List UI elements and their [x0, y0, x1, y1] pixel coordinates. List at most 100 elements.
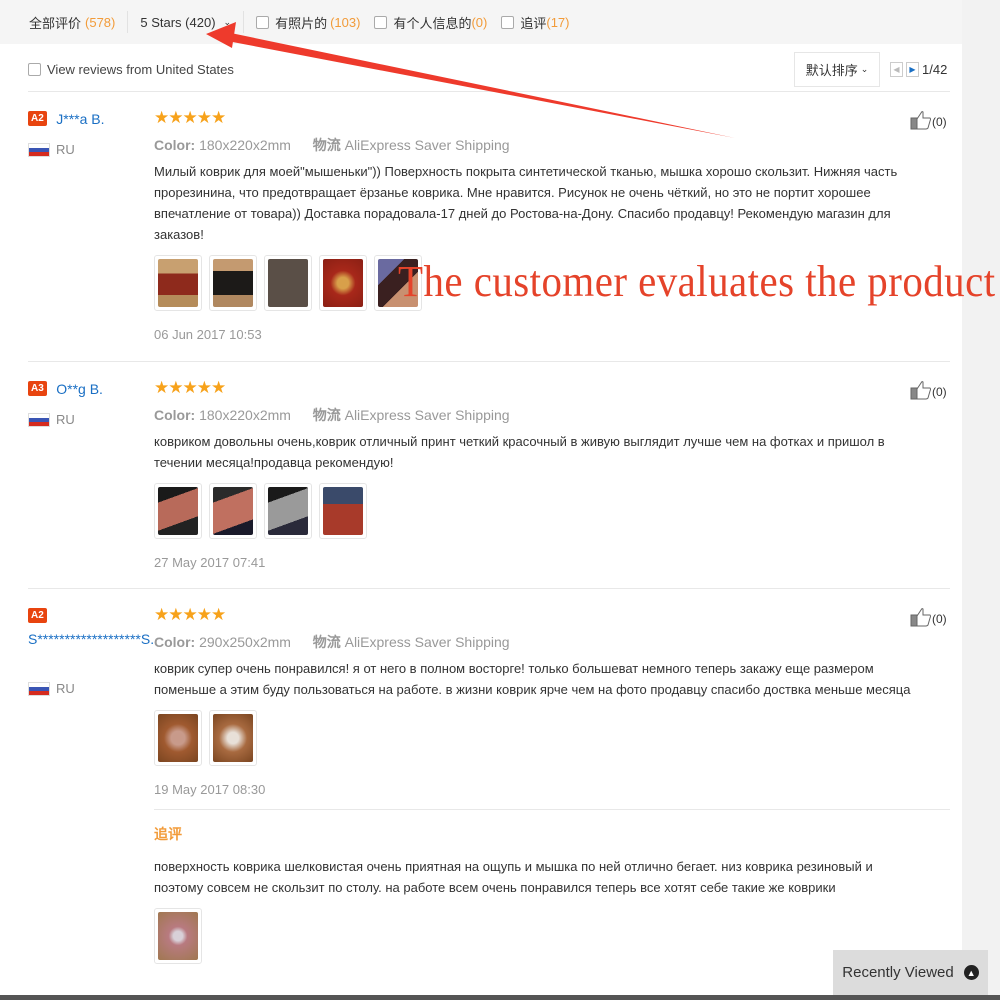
star-rating: ★★★★★ [154, 108, 226, 127]
photos-checkbox[interactable] [256, 15, 270, 29]
page-indicator: 1/42 [922, 62, 948, 77]
followup-checkbox[interactable] [501, 15, 515, 29]
review-photo[interactable] [264, 483, 312, 539]
us-reviews-label: View reviews from United States [47, 62, 234, 77]
review-date: 19 May 2017 08:30 [154, 782, 266, 797]
helpful-button[interactable]: (0) [910, 110, 947, 133]
review-photo[interactable] [209, 710, 257, 766]
country-code: RU [56, 142, 75, 157]
review-photos [154, 483, 934, 539]
color-value: 180x220x2mm [199, 137, 291, 153]
pagination: ◀ ▶ 1/42 [890, 62, 947, 77]
reviewer-name[interactable]: J***a B. [56, 111, 104, 127]
star-rating: ★★★★★ [154, 378, 226, 397]
review-photo[interactable] [319, 483, 367, 539]
filter-with-photos[interactable]: 有照片的 (103) [256, 13, 360, 32]
divider [127, 11, 129, 33]
review-photo[interactable] [264, 255, 312, 311]
review-date: 27 May 2017 07:41 [154, 555, 266, 570]
color-label: Color: [154, 407, 196, 423]
shipping-label: 物流 [312, 634, 341, 650]
chevron-down-icon: ⌄ [223, 16, 232, 27]
review-item: A2 J***a B. RU ★★★★★ Color: 180x220x2mm … [28, 108, 950, 350]
followup-count: (17) [546, 14, 570, 30]
helpful-count: (0) [932, 114, 947, 129]
us-reviews-filter[interactable]: View reviews from United States [28, 62, 234, 77]
followup-title: 追评 [154, 826, 182, 842]
review-text: коврик супер очень понравился! я от него… [154, 661, 911, 697]
color-label: Color: [154, 634, 196, 650]
divider [28, 361, 950, 362]
personal-info-label: 有个人信息的 [393, 15, 472, 31]
star-filter-dropdown[interactable]: 5 Stars (420) ⌄ [140, 15, 231, 30]
order-info: Color: 180x220x2mm 物流 AliExpress Saver S… [154, 405, 934, 425]
shipping-label: 物流 [312, 137, 341, 153]
filter-all-label: 全部评价 [29, 15, 82, 31]
flag-ru-icon [28, 412, 50, 427]
helpful-button[interactable]: (0) [910, 607, 947, 630]
helpful-count: (0) [932, 611, 947, 626]
reviewer-country: RU [28, 142, 75, 157]
filter-all-reviews[interactable]: 全部评价 (578) [29, 13, 115, 32]
personal-info-checkbox[interactable] [374, 15, 388, 29]
color-value: 180x220x2mm [199, 407, 291, 423]
user-level-badge: A2 [28, 111, 47, 127]
prev-page-button[interactable]: ◀ [890, 62, 903, 77]
shipping-value: AliExpress Saver Shipping [344, 137, 510, 153]
recently-viewed-button[interactable]: Recently Viewed ▲ [833, 950, 988, 995]
review-photos [154, 710, 934, 766]
helpful-count: (0) [932, 384, 947, 399]
followup-text: поверхность коврика шелковистая очень пр… [154, 859, 873, 895]
review-photo[interactable] [154, 255, 202, 311]
thumbs-up-icon [910, 380, 932, 403]
divider [154, 809, 950, 810]
chevron-down-icon: ⌄ [860, 64, 869, 74]
bottom-edge [0, 995, 1000, 1000]
filter-followup[interactable]: 追评 (17) [501, 13, 570, 32]
next-page-button[interactable]: ▶ [906, 62, 919, 77]
user-level-badge: A2 [28, 608, 47, 624]
review-photo[interactable] [209, 255, 257, 311]
country-code: RU [56, 681, 75, 696]
order-info: Color: 290x250x2mm 物流 AliExpress Saver S… [154, 632, 934, 652]
chevron-up-icon: ▲ [963, 965, 979, 980]
reviewer-country: RU [28, 412, 75, 427]
personal-info-count: (0) [471, 14, 488, 30]
order-info: Color: 180x220x2mm 物流 AliExpress Saver S… [154, 135, 934, 155]
review-text: Милый коврик для моей"мышеньки")) Поверх… [154, 164, 898, 242]
recently-viewed-label: Recently Viewed [842, 964, 954, 981]
divider [28, 588, 950, 589]
filter-personal-info[interactable]: 有个人信息的 (0) [374, 13, 487, 32]
review-photo[interactable] [154, 483, 202, 539]
filter-all-count: (578) [85, 14, 116, 30]
user-level-badge: A3 [28, 381, 47, 397]
photos-label: 有照片的 [275, 15, 328, 31]
us-reviews-checkbox[interactable] [28, 63, 41, 76]
star-rating: ★★★★★ [154, 605, 226, 624]
flag-ru-icon [28, 681, 50, 696]
helpful-button[interactable]: (0) [910, 380, 947, 403]
review-date: 06 Jun 2017 10:53 [154, 327, 262, 342]
review-photo[interactable] [319, 255, 367, 311]
followup-photos [154, 908, 934, 964]
reviewer-name[interactable]: O**g B. [56, 381, 103, 397]
color-label: Color: [154, 137, 196, 153]
review-filter-bar: 全部评价 (578) 5 Stars (420) ⌄ 有照片的 (103) 有个… [0, 0, 962, 44]
shipping-value: AliExpress Saver Shipping [344, 634, 510, 650]
thumbs-up-icon [910, 110, 932, 133]
shipping-value: AliExpress Saver Shipping [344, 407, 510, 423]
reviewer-country: RU [28, 681, 75, 696]
review-photo[interactable] [209, 483, 257, 539]
thumbs-up-icon [910, 607, 932, 630]
review-item: A2 S*******************S. RU ★★★★★ Color… [28, 605, 950, 997]
country-code: RU [56, 412, 75, 427]
sort-dropdown[interactable]: 默认排序 ⌄ [794, 52, 880, 87]
shipping-label: 物流 [312, 407, 341, 423]
followup-label: 追评 [520, 15, 547, 31]
page-gutter [962, 0, 1000, 1000]
review-text: ковриком довольны очень,коврик отличный … [154, 434, 885, 470]
review-photo[interactable] [154, 908, 202, 964]
sort-label: 默认排序 [805, 63, 858, 78]
review-photo[interactable] [154, 710, 202, 766]
color-value: 290x250x2mm [199, 634, 291, 650]
